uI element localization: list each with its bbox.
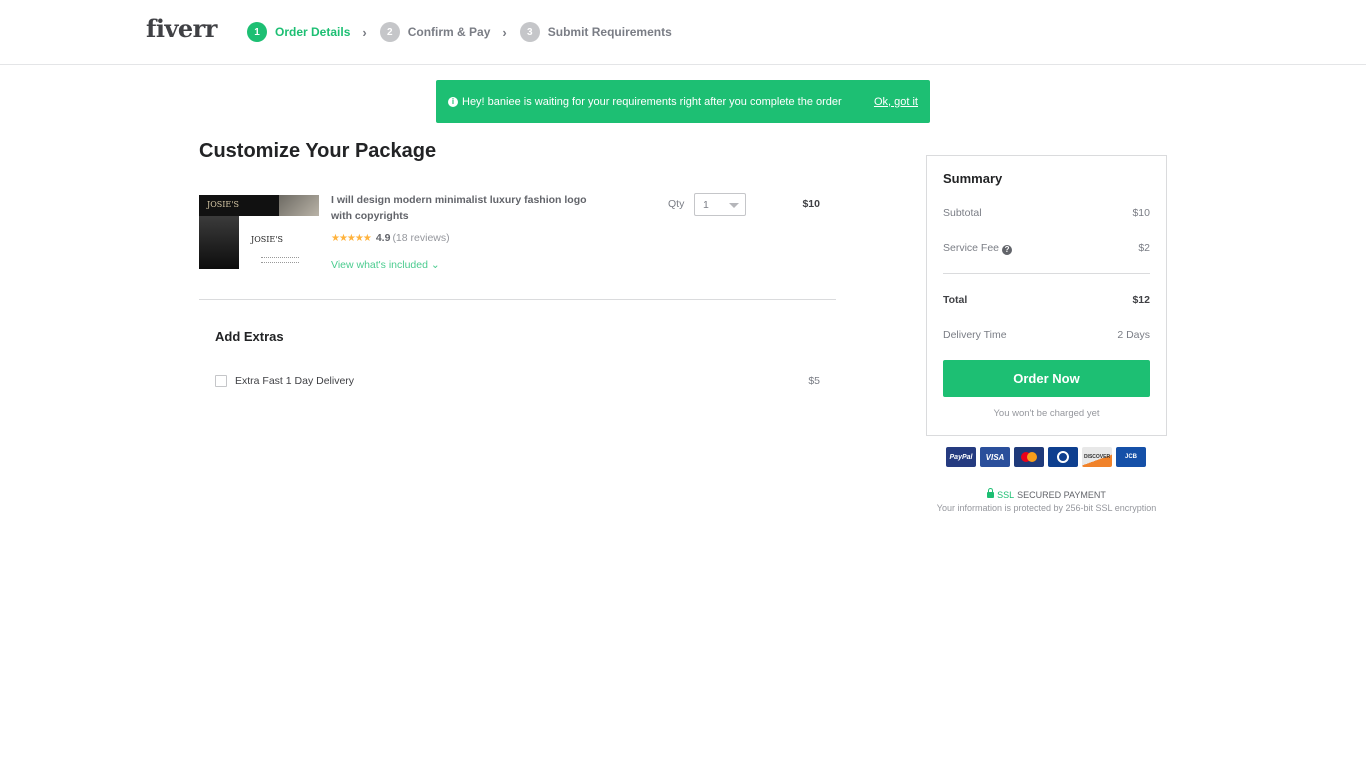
extra-item[interactable]: Extra Fast 1 Day Delivery $5 [215, 373, 820, 389]
page-title: Customize Your Package [199, 140, 437, 162]
ssl-label: SSL [997, 490, 1015, 500]
delivery-label: Delivery Time [943, 329, 1007, 341]
extra-checkbox[interactable] [215, 375, 227, 387]
service-fee-value: $2 [1138, 242, 1150, 254]
top-header: fiverr 1 Order Details › 2 Confirm & Pay… [0, 0, 1366, 65]
lock-icon [987, 488, 995, 498]
step-number: 1 [247, 22, 267, 42]
ssl-notice: SSL SECURED PAYMENT Your information is p… [926, 488, 1167, 513]
step-confirm-pay: 2 Confirm & Pay [379, 22, 491, 42]
order-now-button[interactable]: Order Now [943, 360, 1150, 397]
secured-label: SECURED PAYMENT [1017, 490, 1106, 500]
gig-price: $10 [802, 198, 820, 210]
checkout-steps: 1 Order Details › 2 Confirm & Pay › 3 Su… [247, 22, 672, 42]
chevron-right-icon: › [502, 24, 507, 40]
extras-heading: Add Extras [215, 329, 284, 344]
step-order-details: 1 Order Details [247, 22, 350, 42]
dismiss-banner-link[interactable]: Ok, got it [874, 96, 918, 108]
gig-rating: ★★★★★ 4.9 (18 reviews) [331, 232, 450, 244]
info-icon: i [448, 96, 458, 107]
summary-title: Summary [943, 171, 1003, 186]
qty-label: Qty [668, 198, 685, 210]
total-row: Total $12 [943, 294, 1150, 306]
thumbnail-brand: JOSIE'S [207, 200, 239, 209]
fiverr-logo[interactable]: fiverr [146, 14, 217, 43]
thumbnail-model [199, 216, 239, 269]
step-number: 2 [379, 22, 400, 42]
chevron-right-icon: › [362, 24, 367, 40]
extra-label[interactable]: Extra Fast 1 Day Delivery [235, 375, 808, 387]
view-included-link[interactable]: View what's included ⌄ [331, 259, 440, 271]
extra-price: $5 [808, 375, 820, 387]
diners-club-icon [1048, 447, 1078, 467]
banner-message: Hey! baniee is waiting for your requirem… [462, 95, 842, 108]
subtotal-value: $10 [1132, 207, 1150, 219]
thumbnail-photo [279, 195, 319, 216]
gig-thumbnail: JOSIE'S JOSIE'S [199, 195, 319, 269]
payment-methods: PayPal VISA DISCOVER JCB [946, 447, 1146, 467]
delivery-row: Delivery Time 2 Days [943, 329, 1150, 341]
caret-down-icon [729, 203, 739, 208]
step-label: Confirm & Pay [407, 25, 491, 39]
subtotal-label: Subtotal [943, 207, 982, 219]
total-label: Total [943, 294, 968, 306]
divider [199, 299, 836, 300]
service-fee-label: Service Fee [943, 242, 1000, 254]
service-fee-row: Service Fee? $2 [943, 242, 1150, 255]
order-summary: Summary Subtotal $10 Service Fee? $2 Tot… [926, 155, 1167, 436]
gig-title: I will design modern minimalist luxury f… [331, 194, 587, 222]
star-rating-icon: ★★★★★ [331, 232, 372, 244]
step-label: Submit Requirements [547, 25, 672, 39]
rating-score: 4.9 [375, 232, 391, 244]
help-icon[interactable]: ? [1002, 244, 1013, 255]
quantity-select[interactable]: 1 [694, 193, 746, 216]
summary-divider [943, 273, 1150, 274]
ssl-note: Your information is protected by 256-bit… [936, 503, 1157, 513]
visa-icon: VISA [980, 447, 1010, 467]
jcb-icon: JCB [1116, 447, 1146, 467]
review-count: (18 reviews) [392, 232, 450, 244]
delivery-value: 2 Days [1117, 329, 1150, 341]
paypal-icon: PayPal [946, 447, 976, 467]
step-number: 3 [519, 22, 540, 42]
charge-note: You won't be charged yet [993, 408, 1100, 419]
subtotal-row: Subtotal $10 [943, 207, 1150, 219]
step-submit-requirements: 3 Submit Requirements [519, 22, 672, 42]
step-label: Order Details [275, 25, 351, 39]
discover-icon: DISCOVER [1082, 447, 1112, 467]
quantity-value: 1 [703, 199, 709, 211]
mastercard-icon [1014, 447, 1044, 467]
thumbnail-fineprint [261, 257, 299, 263]
thumbnail-logo: JOSIE'S [251, 235, 283, 244]
requirements-banner: i Hey! baniee is waiting for your requir… [436, 80, 930, 123]
total-value: $12 [1132, 294, 1150, 306]
